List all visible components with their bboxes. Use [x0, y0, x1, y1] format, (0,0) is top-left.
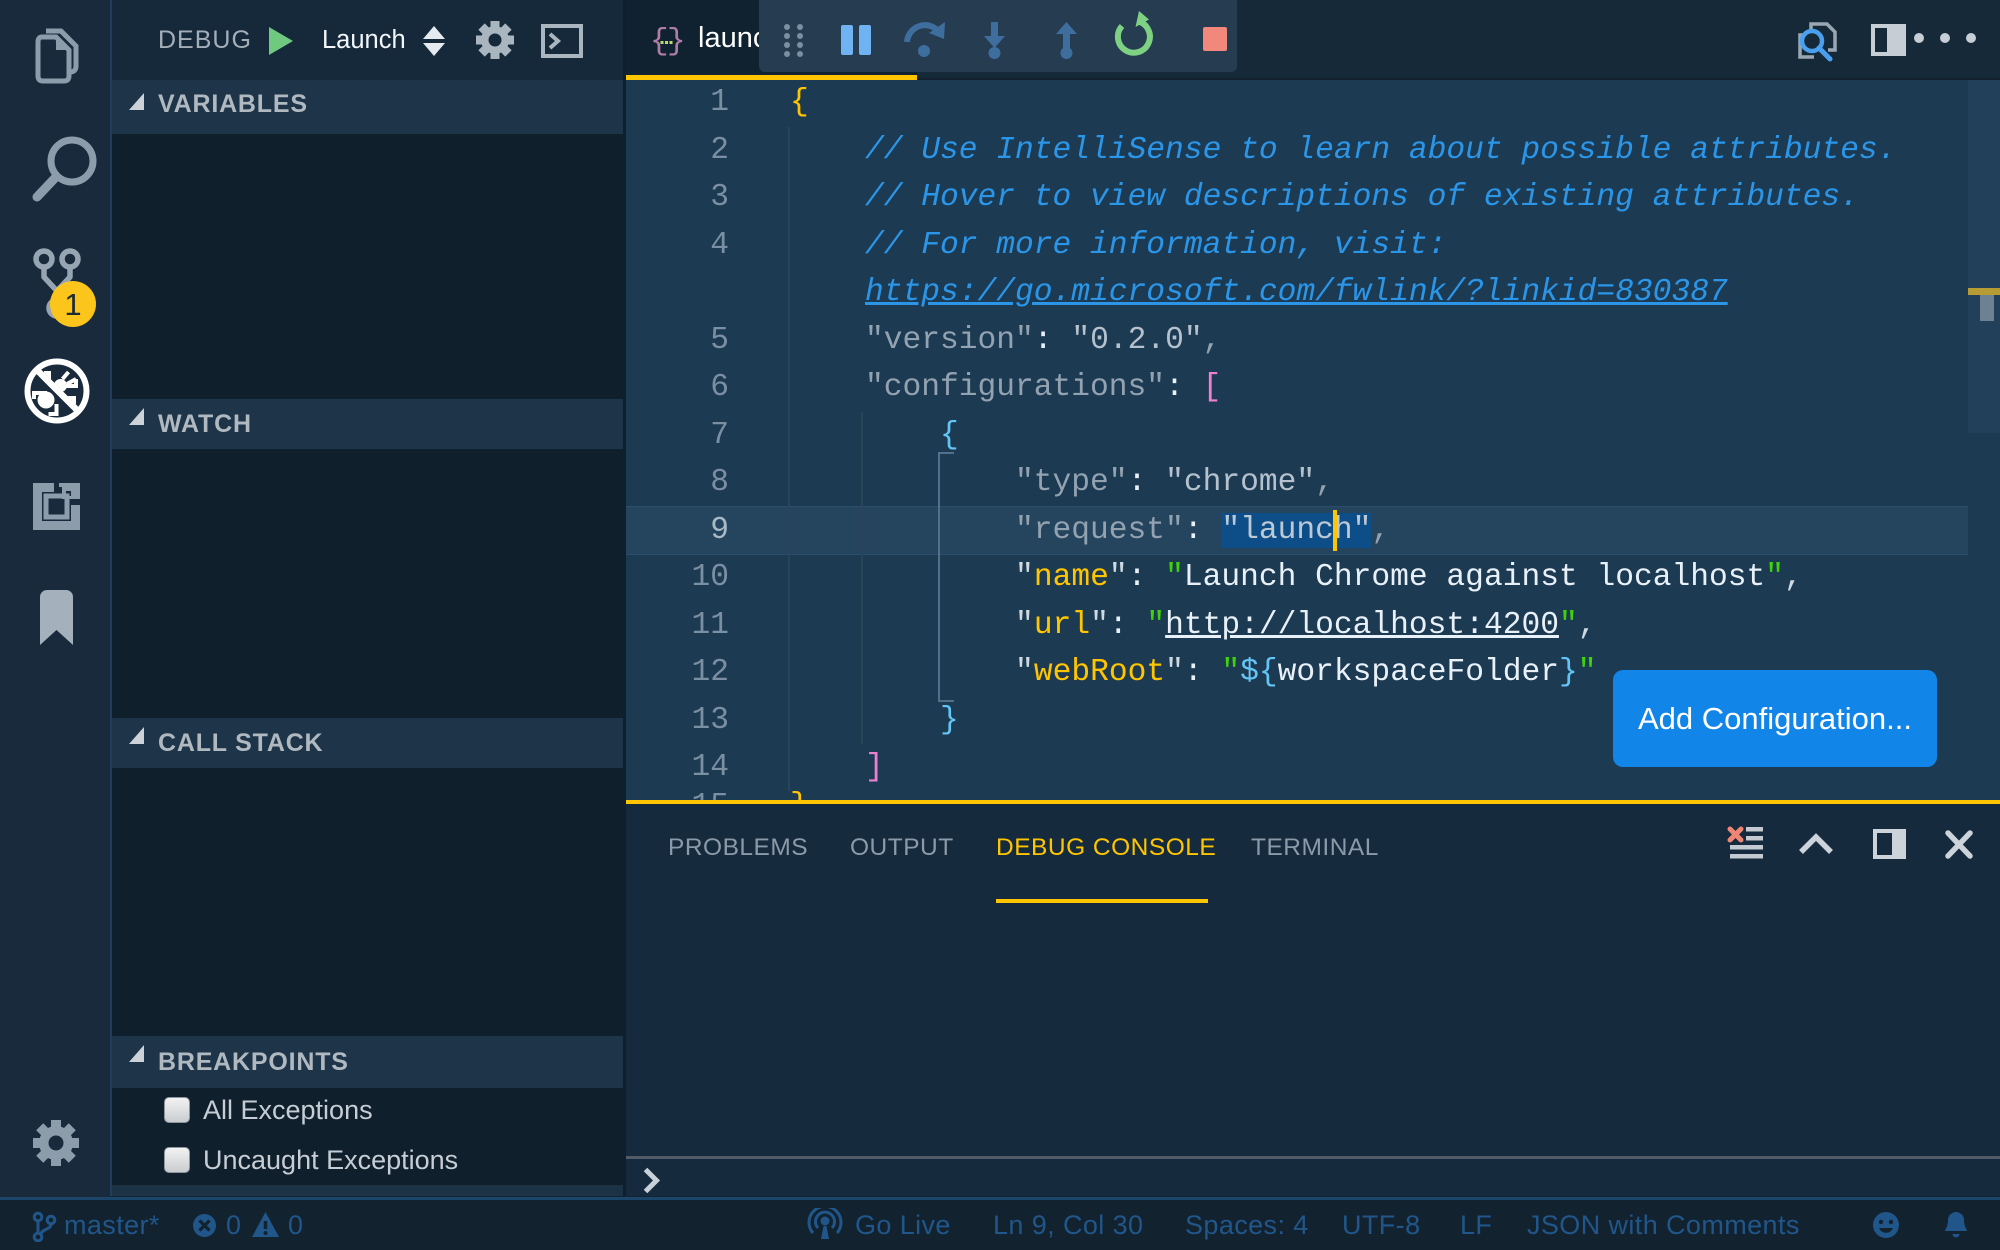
svg-text:}: } [667, 24, 683, 58]
svg-text:1: 1 [64, 287, 81, 322]
